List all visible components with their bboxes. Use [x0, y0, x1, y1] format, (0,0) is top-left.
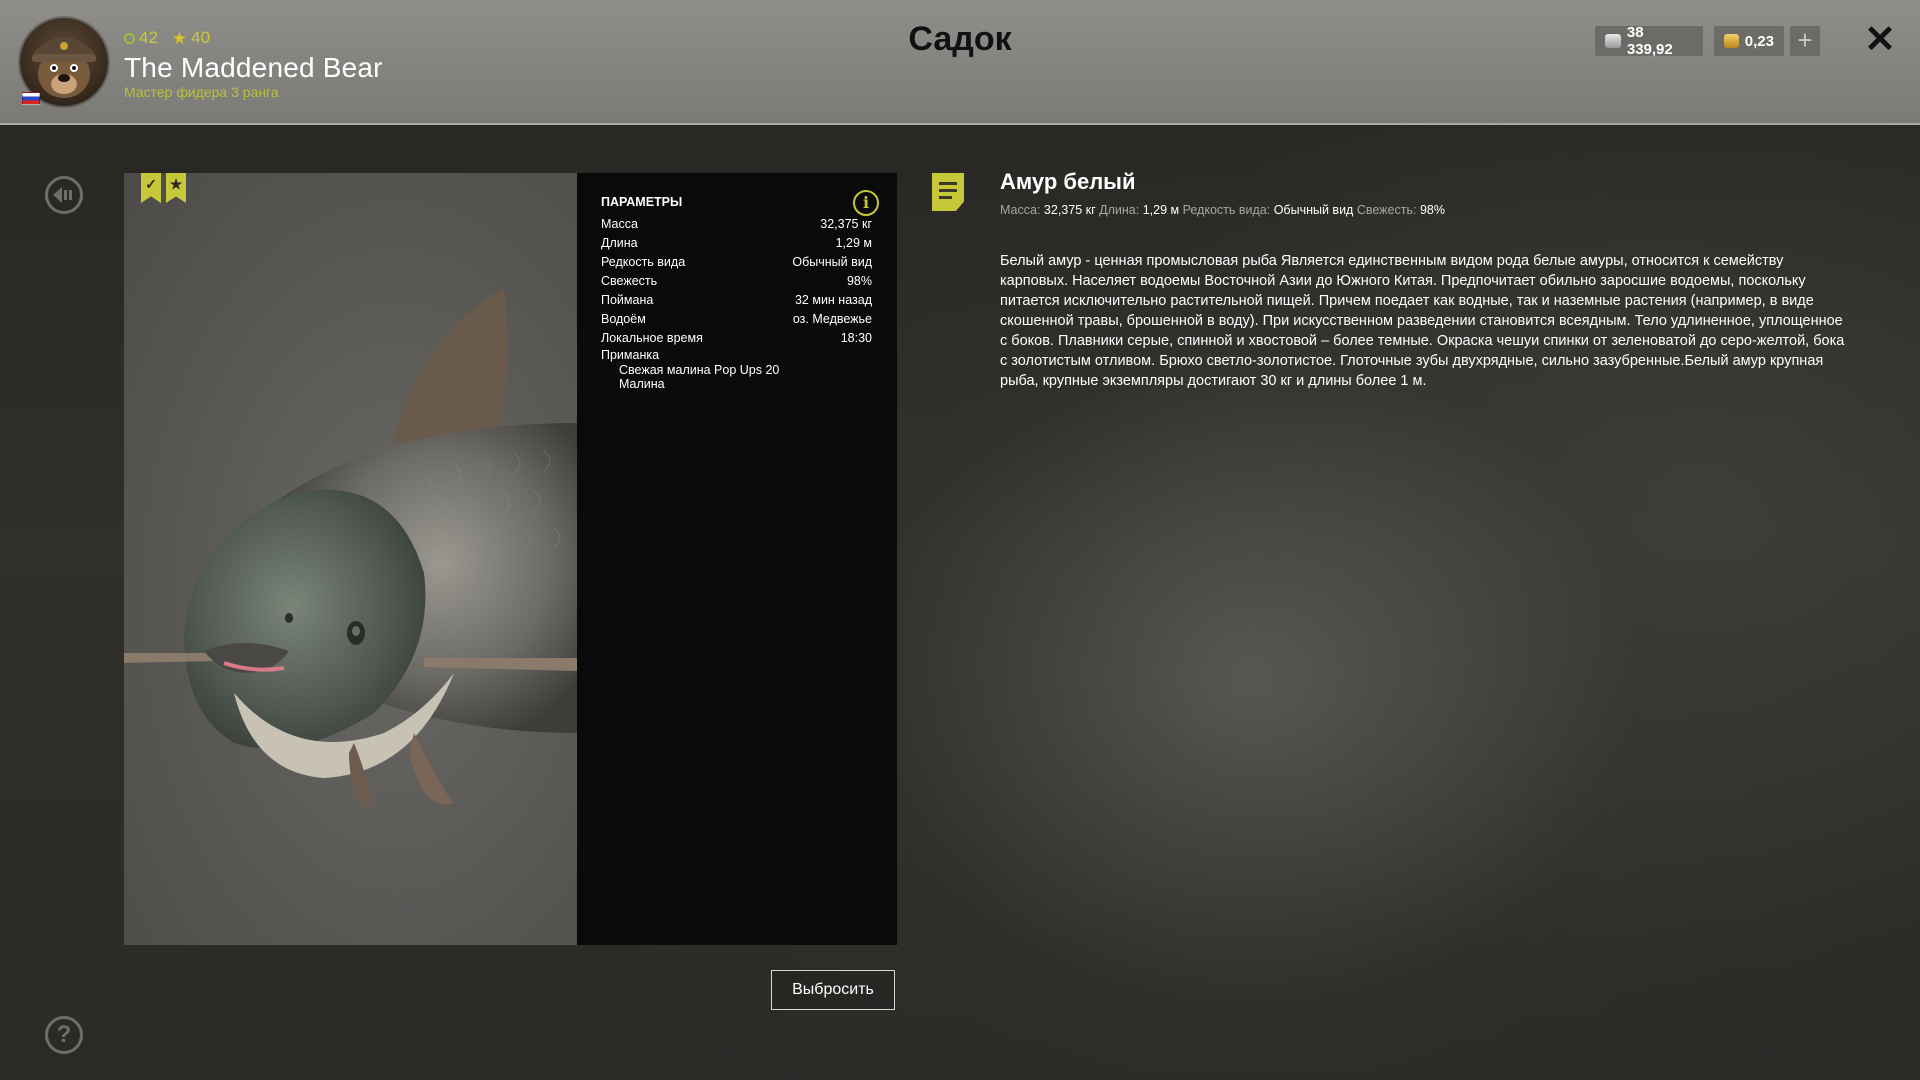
param-label: Поймана [601, 293, 654, 307]
param-row-caught: Поймана 32 мин назад [601, 291, 872, 310]
param-row-freshness: Свежесть 98% [601, 272, 872, 291]
param-value: 32,375 кг [820, 217, 872, 231]
fish-meta: Масса: 32,375 кг Длина: 1,29 м Редкость … [1000, 203, 1445, 217]
help-button[interactable]: ? [45, 1016, 83, 1054]
param-label: Масса [601, 217, 638, 231]
fish-image [124, 288, 577, 813]
bait-item: Малина [619, 377, 665, 391]
discard-button[interactable]: Выбросить [771, 970, 895, 1010]
fish-name: Амур белый [1000, 169, 1136, 194]
top-bar: 42 ★ 40 The Maddened Bear Мастер фидера … [0, 0, 1920, 125]
meta-mass-label: Масса: [1000, 203, 1041, 217]
country-flag-icon [22, 92, 40, 105]
param-value: Обычный вид [792, 255, 872, 269]
meta-rarity-value: Обычный вид [1273, 203, 1354, 217]
param-label: Свежесть [601, 274, 658, 288]
parameters-title: ПАРАМЕТРЫ [601, 195, 683, 209]
param-value: 18:30 [840, 331, 872, 345]
meta-freshness-value: 98% [1419, 203, 1445, 217]
meta-freshness-label: Свежесть: [1356, 203, 1417, 217]
back-arrow-icon [53, 187, 72, 203]
bait-item: Свежая малина Pop Ups 20 [619, 363, 780, 377]
param-value: 32 мин назад [794, 293, 872, 307]
keepnet-screen: 42 ★ 40 The Maddened Bear Мастер фидера … [0, 0, 1920, 1080]
fish-description: Белый амур - ценная промысловая рыба Явл… [1000, 253, 1845, 389]
param-label: Длина [601, 236, 638, 250]
gold-coin-icon [1724, 34, 1739, 48]
param-row-length: Длина 1,29 м [601, 234, 872, 253]
param-label: Водоём [601, 312, 646, 326]
fish-3d-view[interactable]: ✓ ★ [124, 173, 577, 945]
meta-length-label: Длина: [1099, 203, 1140, 217]
silver-value: 38 339,92 [1626, 24, 1673, 58]
param-value: оз. Медвежье [792, 312, 872, 326]
meta-rarity-label: Редкость вида: [1182, 203, 1271, 217]
back-button[interactable] [45, 176, 83, 214]
silver-coin-icon [1605, 34, 1621, 48]
add-currency-button[interactable]: + [1790, 26, 1820, 56]
param-row-rarity: Редкость вида Обычный вид [601, 253, 872, 272]
meta-mass-value: 32,375 кг [1043, 203, 1096, 217]
note-icon [932, 173, 964, 211]
gold-balance: 0,23 [1714, 26, 1784, 56]
player-rank: Мастер фидера 3 ранга [124, 84, 279, 100]
close-icon[interactable]: ✕ [1862, 21, 1898, 59]
param-row-mass: Масса 32,375 кг [601, 215, 872, 234]
silver-balance: 38 339,92 [1595, 24, 1703, 58]
question-icon: ? [56, 1021, 72, 1048]
info-icon[interactable]: i [853, 190, 879, 216]
param-label: Локальное время [601, 331, 703, 345]
meta-length-value: 1,29 м [1142, 203, 1180, 217]
parameters-panel: ПАРАМЕТРЫ Масса 32,375 кг Длина 1,29 м Р… [577, 173, 897, 945]
param-row-water: Водоём оз. Медвежье [601, 310, 872, 329]
param-value: 1,29 м [835, 236, 872, 250]
param-row-local-time: Локальное время 18:30 [601, 329, 872, 348]
param-value: 98% [846, 274, 872, 288]
param-label: Редкость вида [601, 255, 686, 269]
bait-label: Приманка [601, 348, 660, 362]
gold-value: 0,23 [1744, 32, 1774, 50]
